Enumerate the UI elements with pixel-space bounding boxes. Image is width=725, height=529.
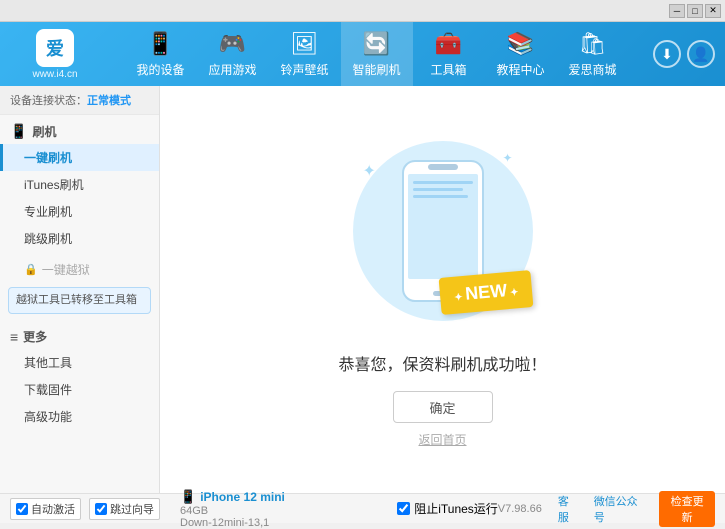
nav-item-tutorial[interactable]: 📚 教程中心 bbox=[485, 22, 557, 86]
close-btn[interactable]: ✕ bbox=[705, 4, 721, 18]
download-btn[interactable]: ⬇ bbox=[653, 40, 681, 68]
wallpaper-icon: 🖼 bbox=[291, 31, 319, 57]
nav-item-smart-flash[interactable]: 🔄 智能刷机 bbox=[341, 22, 413, 86]
service-link[interactable]: 客服 bbox=[558, 493, 578, 525]
window-controls[interactable]: ─ □ ✕ bbox=[669, 4, 721, 18]
nav-item-toolbox[interactable]: 🧰 工具箱 bbox=[413, 22, 485, 86]
nav-item-my-device[interactable]: 📱 我的设备 bbox=[125, 22, 197, 86]
lock-icon: 🔒 bbox=[24, 263, 38, 276]
toolbox-icon: 🧰 bbox=[435, 31, 462, 57]
sidebar-item-other-tools[interactable]: 其他工具 bbox=[0, 349, 159, 376]
logo-icon: 爱 bbox=[36, 29, 74, 67]
itunes-label: 阻止iTunes运行 bbox=[414, 500, 498, 517]
main-content: ✦ ✦ NEW 恭喜您，保资料刷机成功啦！ 确定 返回首页 bbox=[160, 86, 725, 493]
flash-group-label: 刷机 bbox=[32, 123, 56, 140]
sidebar-more-section: ≡ 更多 其他工具 下载固件 高级功能 bbox=[0, 320, 159, 432]
skip-wizard-label: 跳过向导 bbox=[110, 501, 154, 517]
nav-label-my-device: 我的设备 bbox=[136, 61, 184, 78]
bottom-left: 自动激活 跳过向导 bbox=[10, 498, 170, 520]
device-name: iPhone 12 mini bbox=[200, 490, 285, 504]
sidebar-item-noupgrade-flash[interactable]: 跳级刷机 bbox=[0, 225, 159, 252]
go-home-link[interactable]: 返回首页 bbox=[418, 431, 466, 448]
status-value: 正常模式 bbox=[87, 95, 131, 107]
sidebar-jailbreak-section: 🔒 一键越狱 越狱工具已转移至工具箱 bbox=[0, 254, 159, 320]
wechat-link[interactable]: 微信公众号 bbox=[594, 493, 644, 525]
header: 爱 www.i4.cn 📱 我的设备 🎮 应用游戏 🖼 铃声壁纸 🔄 智能刷机 … bbox=[0, 22, 725, 86]
sidebar-jailbreak-group: 🔒 一键越狱 bbox=[0, 256, 159, 283]
my-device-icon: 📱 bbox=[147, 31, 174, 57]
sidebar-more-group: ≡ 更多 bbox=[0, 322, 159, 349]
sidebar-item-one-key-flash[interactable]: 一键刷机 bbox=[0, 144, 159, 171]
skip-wizard-checkbox[interactable]: 跳过向导 bbox=[89, 498, 160, 520]
flash-group-icon: 📱 bbox=[10, 123, 27, 140]
logo: 爱 www.i4.cn bbox=[10, 29, 100, 80]
connection-status: 设备连接状态：正常模式 bbox=[0, 86, 159, 115]
shop-icon: 🛍 bbox=[579, 31, 607, 57]
itunes-status: 阻止iTunes运行 bbox=[397, 500, 498, 517]
sidebar-item-pro-flash[interactable]: 专业刷机 bbox=[0, 198, 159, 225]
nav-label-wallpaper: 铃声壁纸 bbox=[280, 61, 328, 78]
more-group-label: 更多 bbox=[23, 328, 47, 345]
sidebar-item-itunes-flash[interactable]: iTunes刷机 bbox=[0, 171, 159, 198]
sidebar-item-advanced[interactable]: 高级功能 bbox=[0, 403, 159, 430]
nav-label-smart-flash: 智能刷机 bbox=[352, 61, 400, 78]
sidebar-flash-section: 📱 刷机 一键刷机 iTunes刷机 专业刷机 跳级刷机 bbox=[0, 115, 159, 254]
nav-item-wallpaper[interactable]: 🖼 铃声壁纸 bbox=[269, 22, 341, 86]
sparkle-tl-icon: ✦ bbox=[363, 161, 376, 181]
confirm-button[interactable]: 确定 bbox=[393, 391, 493, 423]
nav-label-tutorial: 教程中心 bbox=[496, 61, 544, 78]
maximize-btn[interactable]: □ bbox=[687, 4, 703, 18]
nav-label-apps-games: 应用游戏 bbox=[208, 61, 256, 78]
logo-text: www.i4.cn bbox=[32, 69, 77, 80]
smart-flash-icon: 🔄 bbox=[363, 31, 390, 57]
apps-games-icon: 🎮 bbox=[219, 31, 246, 57]
more-group-icon: ≡ bbox=[10, 329, 18, 345]
new-badge: NEW bbox=[439, 270, 534, 315]
main-layout: 设备连接状态：正常模式 📱 刷机 一键刷机 iTunes刷机 专业刷机 跳级刷机… bbox=[0, 86, 725, 493]
bottom-bar: 自动激活 跳过向导 📱 iPhone 12 mini 64GB Down-12m… bbox=[0, 493, 725, 523]
device-phone-icon: 📱 bbox=[180, 489, 196, 505]
auto-connect-input[interactable] bbox=[16, 503, 28, 515]
user-btn[interactable]: 👤 bbox=[687, 40, 715, 68]
phone-illustration: ✦ ✦ NEW bbox=[343, 131, 543, 331]
jailbreak-label: 一键越狱 bbox=[42, 261, 90, 278]
skip-wizard-input[interactable] bbox=[95, 503, 107, 515]
nav-label-toolbox: 工具箱 bbox=[430, 61, 466, 78]
nav-item-apps-games[interactable]: 🎮 应用游戏 bbox=[197, 22, 269, 86]
main-nav: 📱 我的设备 🎮 应用游戏 🖼 铃声壁纸 🔄 智能刷机 🧰 工具箱 📚 教程中心… bbox=[100, 22, 653, 86]
auto-connect-checkbox[interactable]: 自动激活 bbox=[10, 498, 81, 520]
nav-label-shop: 爱思商城 bbox=[568, 61, 616, 78]
success-message: 恭喜您，保资料刷机成功啦！ bbox=[338, 351, 546, 375]
auto-connect-label: 自动激活 bbox=[31, 501, 75, 517]
title-bar: ─ □ ✕ bbox=[0, 0, 725, 22]
jailbreak-notice: 越狱工具已转移至工具箱 bbox=[8, 287, 151, 314]
minimize-btn[interactable]: ─ bbox=[669, 4, 685, 18]
sidebar: 设备连接状态：正常模式 📱 刷机 一键刷机 iTunes刷机 专业刷机 跳级刷机… bbox=[0, 86, 160, 493]
bottom-right-info: V7.98.66 客服 微信公众号 检查更新 bbox=[498, 491, 715, 527]
sidebar-item-download-firmware[interactable]: 下载固件 bbox=[0, 376, 159, 403]
itunes-checkbox[interactable] bbox=[397, 502, 410, 515]
update-button[interactable]: 检查更新 bbox=[659, 491, 715, 527]
header-action-btns: ⬇ 👤 bbox=[653, 40, 715, 68]
status-label: 设备连接状态： bbox=[10, 95, 87, 107]
device-storage: 64GB bbox=[180, 505, 397, 517]
tutorial-icon: 📚 bbox=[507, 31, 534, 57]
sidebar-flash-group: 📱 刷机 bbox=[0, 117, 159, 144]
nav-item-shop[interactable]: 🛍 爱思商城 bbox=[557, 22, 629, 86]
version-text: V7.98.66 bbox=[498, 503, 542, 515]
sparkle-tr-icon: ✦ bbox=[502, 151, 512, 165]
